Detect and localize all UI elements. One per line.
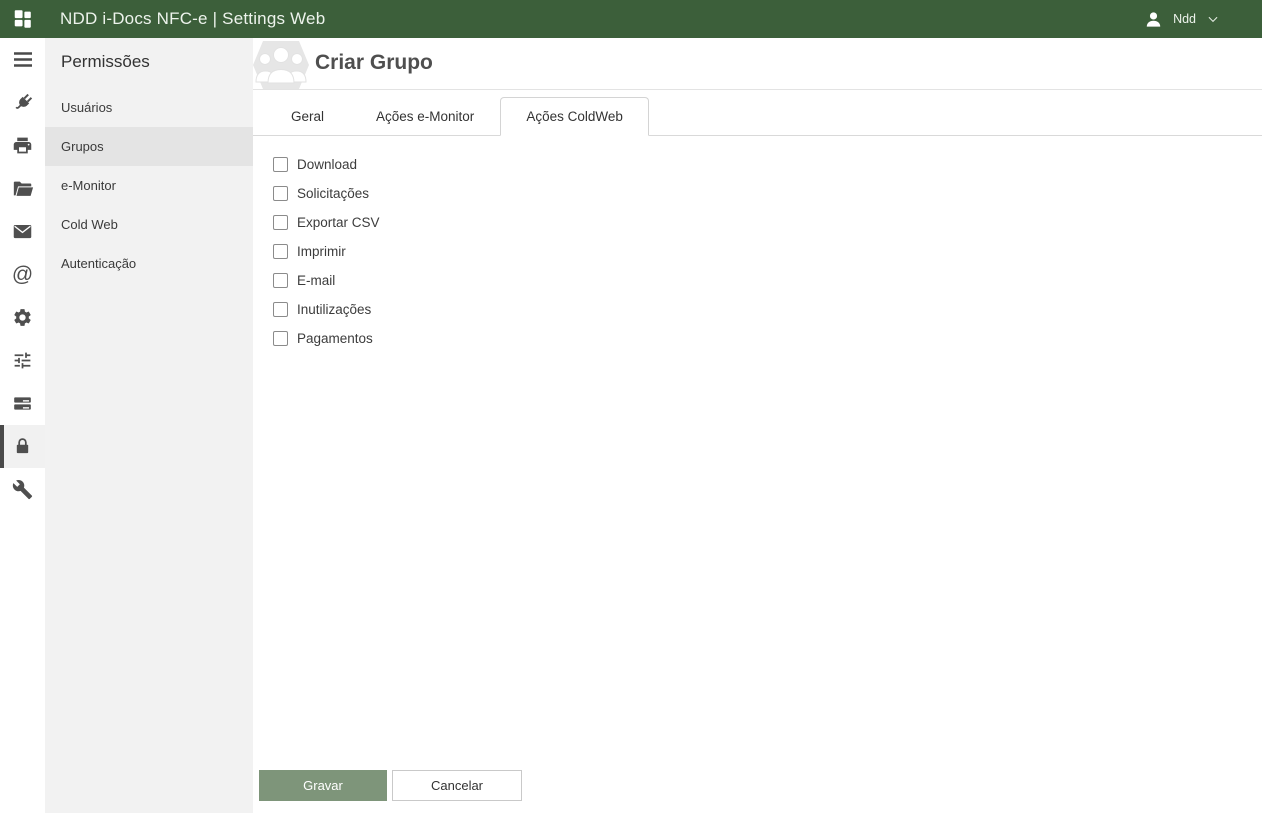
user-icon (1146, 11, 1161, 27)
permission-checkbox-list: Download Solicitações Exportar CSV Impri… (253, 136, 1262, 346)
wrench-icon (12, 479, 33, 500)
page-header: Criar Grupo (253, 38, 1262, 90)
checkbox[interactable] (273, 186, 288, 201)
sidebar-item-security[interactable] (0, 425, 45, 468)
sidebar-item-tools[interactable] (0, 468, 45, 511)
checkbox[interactable] (273, 215, 288, 230)
checkbox-label: E-mail (297, 273, 336, 288)
printer-icon (13, 137, 32, 154)
cancel-button[interactable]: Cancelar (392, 770, 522, 801)
panel-title: Permissões (61, 52, 150, 71)
sidebar-item-tune[interactable] (0, 339, 45, 382)
checkbox-label: Solicitações (297, 186, 370, 201)
icon-sidebar: @ (0, 38, 45, 813)
top-bar: NDD i-Docs NFC-e | Settings Web Ndd (0, 0, 1262, 38)
form-actions: Gravar Cancelar (259, 770, 522, 801)
checkbox-row-email[interactable]: E-mail (273, 273, 1262, 288)
checkbox-label: Imprimir (297, 244, 346, 259)
checkbox-label: Download (297, 157, 358, 172)
checkbox-label: Pagamentos (297, 331, 373, 346)
checkbox[interactable] (273, 273, 288, 288)
nav-item-grupos[interactable]: Grupos (45, 127, 253, 166)
app-grid-icon[interactable] (0, 8, 45, 30)
checkbox-row-inutilizacoes[interactable]: Inutilizações (273, 302, 1262, 317)
checkbox-label: Exportar CSV (297, 215, 380, 230)
sidebar-item-menu[interactable] (0, 38, 45, 81)
save-button[interactable]: Gravar (259, 770, 387, 801)
nav-item-cold-web[interactable]: Cold Web (45, 205, 253, 244)
gear-icon (14, 309, 31, 326)
checkbox-row-pagamentos[interactable]: Pagamentos (273, 331, 1262, 346)
chevron-down-icon (1208, 16, 1218, 23)
checkbox-label: Inutilizações (297, 302, 372, 317)
tab-acoes-coldweb[interactable]: Ações ColdWeb (500, 97, 649, 136)
tab-acoes-e-monitor[interactable]: Ações e-Monitor (350, 97, 500, 135)
lock-icon (16, 438, 29, 454)
sidebar-item-printers[interactable] (0, 124, 45, 167)
sidebar-item-at[interactable]: @ (0, 253, 45, 296)
sliders-icon (14, 352, 31, 369)
group-icon (253, 41, 309, 89)
permissions-panel: Permissões Usuários Grupos e-Monitor Col… (45, 38, 253, 813)
mail-icon (13, 224, 32, 239)
folder-icon (13, 181, 33, 196)
tab-bar: Geral Ações e-Monitor Ações ColdWeb (253, 97, 1262, 136)
main-content: Criar Grupo Geral Ações e-Monitor Ações … (253, 38, 1262, 813)
checkbox[interactable] (273, 157, 288, 172)
tab-geral[interactable]: Geral (265, 97, 350, 135)
checkbox-row-exportar-csv[interactable]: Exportar CSV (273, 215, 1262, 230)
menu-icon (13, 52, 32, 67)
sidebar-item-connections[interactable] (0, 81, 45, 124)
storage-icon (14, 397, 31, 410)
page-title: Criar Grupo (315, 51, 433, 74)
nav-item-usuarios[interactable]: Usuários (45, 88, 253, 127)
checkbox-row-download[interactable]: Download (273, 157, 1262, 172)
checkbox[interactable] (273, 244, 288, 259)
sidebar-item-mail[interactable] (0, 210, 45, 253)
checkbox[interactable] (273, 302, 288, 317)
user-menu[interactable]: Ndd (1144, 10, 1220, 29)
plug-icon (14, 93, 32, 109)
app-title: NDD i-Docs NFC-e | Settings Web (60, 9, 326, 28)
checkbox-row-imprimir[interactable]: Imprimir (273, 244, 1262, 259)
sidebar-item-files[interactable] (0, 167, 45, 210)
checkbox-row-solicitacoes[interactable]: Solicitações (273, 186, 1262, 201)
at-sign-icon: @ (11, 263, 34, 286)
user-name: Ndd (1173, 12, 1196, 26)
nav-item-autenticacao[interactable]: Autenticação (45, 244, 253, 283)
sidebar-item-settings[interactable] (0, 296, 45, 339)
checkbox[interactable] (273, 331, 288, 346)
sidebar-item-storage[interactable] (0, 382, 45, 425)
nav-item-e-monitor[interactable]: e-Monitor (45, 166, 253, 205)
